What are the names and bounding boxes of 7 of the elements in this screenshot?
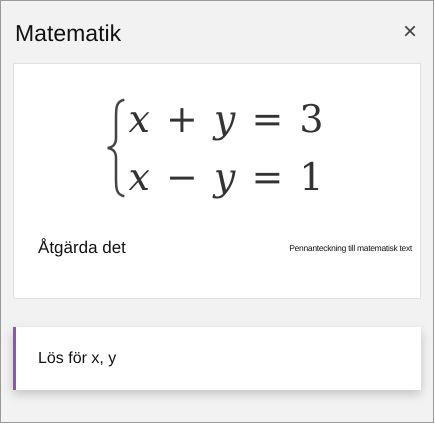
action-item[interactable]: Lös för x, y: [13, 327, 421, 390]
fix-link[interactable]: Åtgärda det: [38, 238, 126, 258]
equation: x − y = 1: [128, 154, 324, 201]
panel-title: Matematik: [15, 18, 122, 46]
close-button[interactable]: ×: [398, 20, 421, 44]
equation: x + y = 3: [128, 96, 324, 143]
caption: Pennanteckning till matematisk text: [289, 243, 412, 253]
